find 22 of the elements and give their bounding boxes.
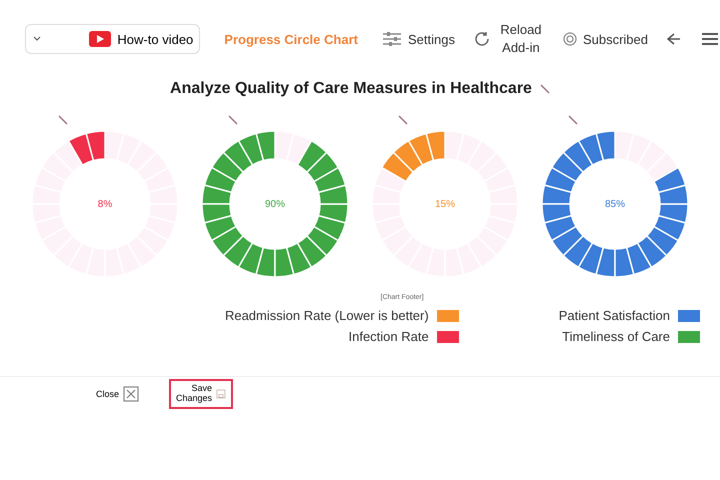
- video-dropdown[interactable]: How-to video: [25, 24, 200, 54]
- percent-label: 90%: [264, 199, 286, 210]
- settings-button[interactable]: Settings: [382, 31, 455, 47]
- percent-label: 8%: [96, 199, 114, 210]
- menu-icon[interactable]: [700, 31, 720, 47]
- legend-label: Patient Satisfaction: [558, 308, 670, 323]
- legend-label: Timeliness of Care: [562, 329, 670, 344]
- play-icon: [89, 31, 112, 47]
- arrow-icon[interactable]: [666, 32, 682, 46]
- reload-icon: [472, 30, 491, 48]
- save-button[interactable]: Save Changes: [169, 379, 234, 409]
- close-button[interactable]: Close: [96, 386, 140, 402]
- chart-title: Analyze Quality of Care Measures in Healthcare: [170, 80, 532, 98]
- legend-label: Infection Rate: [348, 329, 429, 344]
- coin-icon: [562, 32, 577, 46]
- close-icon: [123, 386, 140, 402]
- percent-label: 85%: [604, 199, 626, 210]
- percent-label: 15%: [434, 199, 456, 210]
- reload-button[interactable]: Reload Add-in: [472, 21, 545, 57]
- subscribed-button[interactable]: Subscribed: [562, 32, 648, 46]
- sliders-icon: [382, 31, 402, 47]
- legend-label: Readmission Rate (Lower is better): [224, 308, 429, 323]
